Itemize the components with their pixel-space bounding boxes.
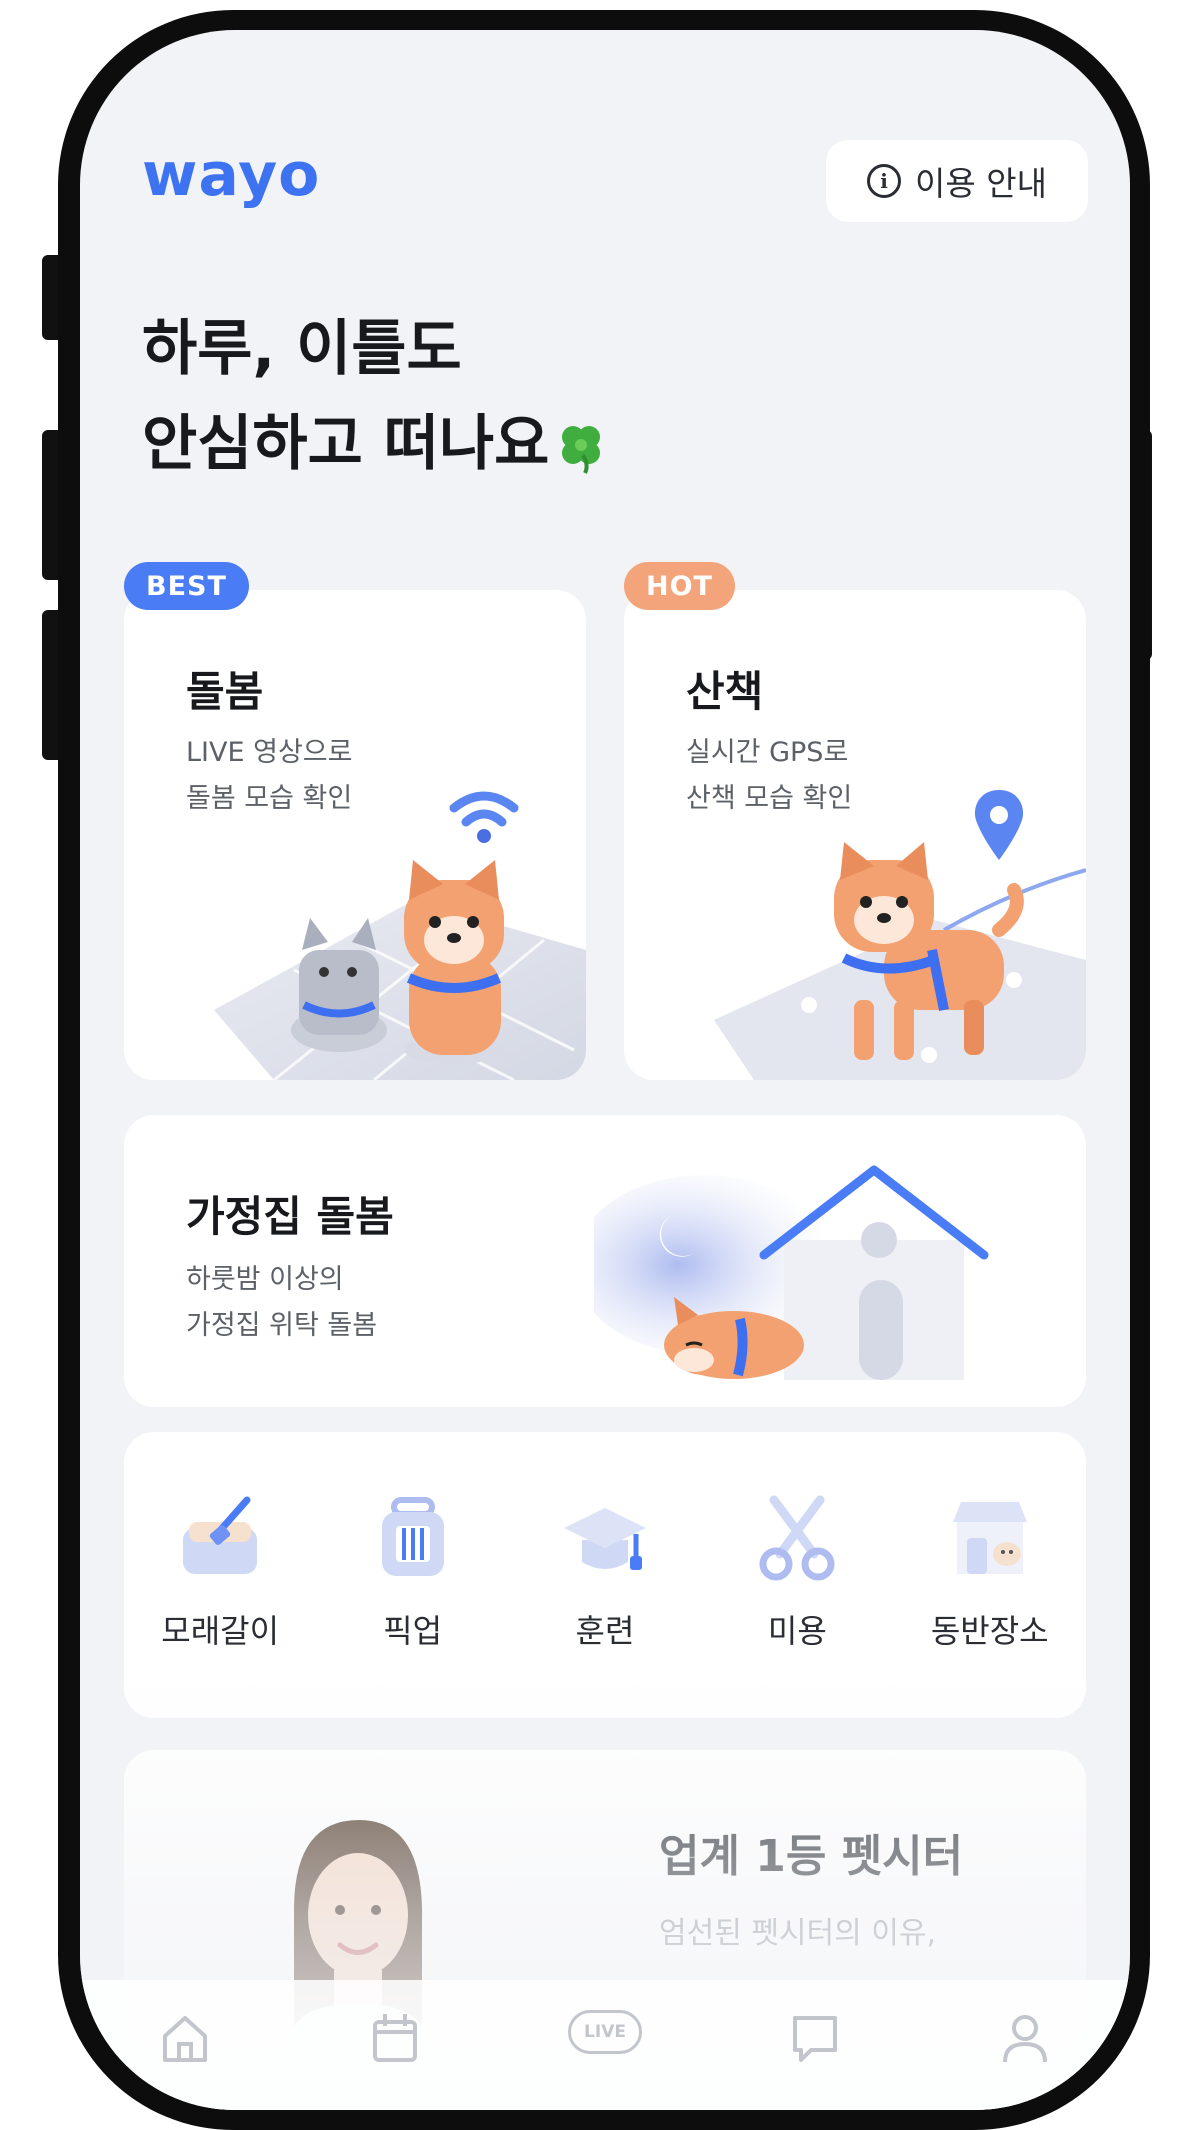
- service-pet-friendly-places[interactable]: 동반장소: [905, 1494, 1075, 1652]
- mute-switch: [42, 255, 58, 340]
- service-litter[interactable]: 모래갈이: [135, 1494, 305, 1652]
- service-training[interactable]: 훈련: [520, 1494, 690, 1652]
- home-care-card[interactable]: 가정집 돌봄 하룻밤 이상의 가정집 위탁 돌봄: [124, 1115, 1086, 1407]
- hero-heading: 하루, 이틀도 안심하고 떠나요: [142, 302, 609, 492]
- litter-box-icon: [183, 1496, 258, 1574]
- service-label: 모래갈이: [161, 1612, 280, 1650]
- walk-title: 산책: [686, 667, 764, 716]
- volume-down-button: [42, 610, 58, 760]
- home-icon: [163, 2016, 207, 2062]
- walk-card[interactable]: 산책 실시간 GPS로 산책 모습 확인: [624, 590, 1086, 1080]
- walk-illustration: [714, 790, 1086, 1080]
- hero-line-1: 하루, 이틀도: [142, 314, 462, 384]
- service-label: 픽업: [383, 1612, 443, 1650]
- care-card[interactable]: 돌봄 LIVE 영상으로 돌봄 모습 확인: [124, 590, 586, 1080]
- pet-carrier-icon: [381, 1497, 444, 1576]
- service-grooming[interactable]: 미용: [712, 1494, 882, 1652]
- app-logo: wayo: [142, 140, 321, 210]
- service-pickup[interactable]: 픽업: [328, 1494, 498, 1652]
- service-menu: 모래갈이 픽업 훈련 미용 동반장소: [124, 1432, 1086, 1718]
- hot-badge: HOT: [624, 562, 735, 610]
- care-illustration: [214, 791, 586, 1080]
- live-icon: LIVE: [568, 2010, 642, 2054]
- graduation-cap-icon: [563, 1508, 646, 1570]
- volume-up-button: [42, 430, 58, 580]
- service-label: 미용: [767, 1612, 827, 1650]
- home-care-title: 가정집 돌봄: [186, 1192, 394, 1241]
- home-care-sub-line-1: 하룻밤 이상의: [186, 1264, 344, 1295]
- hero-line-2: 안심하고 떠나요: [142, 409, 550, 479]
- service-label: 동반장소: [930, 1612, 1049, 1650]
- nav-home[interactable]: [145, 2010, 225, 2070]
- walk-sub-line-1: 실시간 GPS로: [686, 737, 849, 768]
- promo-title: 업계 1등 펫시터: [659, 1831, 964, 1882]
- scissors-icon: [759, 1495, 835, 1581]
- calendar-icon: [373, 2014, 417, 2062]
- nav-schedule[interactable]: [355, 2010, 435, 2070]
- promo-subtitle: 엄선된 펫시터의 이유,: [659, 1916, 937, 1951]
- profile-icon: [1003, 2015, 1047, 2063]
- nav-live[interactable]: LIVE: [565, 2010, 645, 2070]
- service-label: 훈련: [575, 1612, 635, 1650]
- chat-icon: [793, 2016, 837, 2062]
- usage-guide-button[interactable]: i 이용 안내: [826, 140, 1088, 222]
- bottom-nav: LIVE: [80, 1980, 1130, 2110]
- home-care-sub-line-2: 가정집 위탁 돌봄: [186, 1310, 378, 1341]
- home-care-subtitle: 하룻밤 이상의 가정집 위탁 돌봄: [186, 1257, 377, 1349]
- usage-guide-label: 이용 안내: [915, 164, 1047, 203]
- clover-icon: [562, 426, 601, 475]
- best-badge: BEST: [124, 562, 249, 610]
- app-screen: wayo i 이용 안내 하루, 이틀도 안심하고 떠나요 돌봄 LIVE 영상…: [80, 30, 1130, 2110]
- care-title: 돌봄: [186, 667, 264, 716]
- info-icon: i: [867, 164, 902, 198]
- nav-profile[interactable]: [985, 2010, 1065, 2070]
- store-icon: [952, 1502, 1027, 1574]
- nav-chat[interactable]: [775, 2010, 855, 2070]
- care-sub-line-1: LIVE 영상으로: [186, 737, 353, 768]
- home-care-illustration: [594, 1165, 989, 1380]
